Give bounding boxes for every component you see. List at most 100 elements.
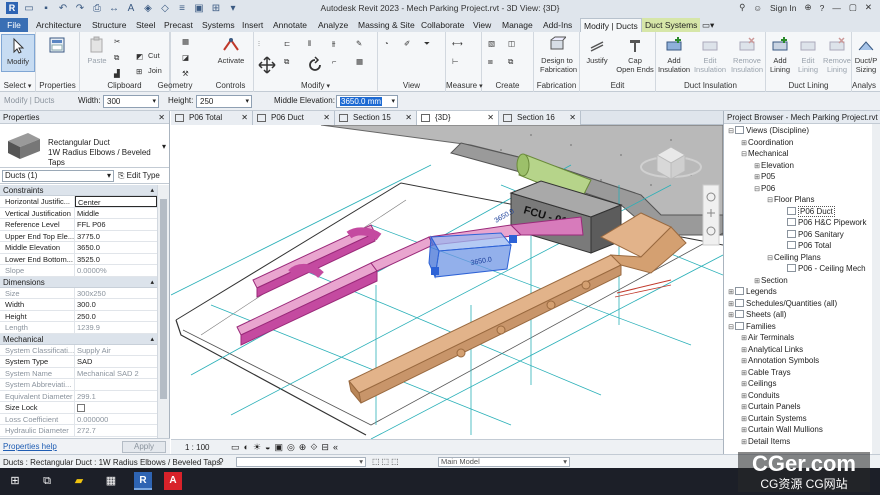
property-row[interactable]: Middle Elevation 3650.0 xyxy=(0,242,157,254)
align-button[interactable]: ⫶ xyxy=(258,38,270,48)
split-button[interactable]: ✎ xyxy=(356,38,368,48)
rotate-button[interactable] xyxy=(302,54,328,76)
browser-item[interactable]: ⊞ Legends xyxy=(727,286,777,298)
workset-select[interactable]: ▾ xyxy=(236,457,366,467)
browser-item[interactable]: ⊟Floor Plans xyxy=(766,194,814,206)
browser-item[interactable]: P06 Duct xyxy=(779,205,835,218)
ribbon-toggle-icon[interactable]: ▭▾ xyxy=(702,18,714,32)
trim-button[interactable]: ⌐ xyxy=(332,56,344,66)
array-button[interactable]: ▦ xyxy=(356,56,368,66)
view-tab[interactable]: Section 16 ✕ xyxy=(499,111,581,125)
expand-icon[interactable]: ⊞ xyxy=(740,437,748,449)
type-selector[interactable]: Rectangular Duct 1W Radius Elbows / Beve… xyxy=(0,124,169,168)
browser-item[interactable]: ⊞Coordination xyxy=(740,137,793,149)
add-insulation-button[interactable]: Add Insulation xyxy=(656,34,692,74)
tab-analyze[interactable]: Analyze xyxy=(318,18,348,32)
tab-architecture[interactable]: Architecture xyxy=(36,18,81,32)
property-row[interactable]: System Name Mechanical SAD 2 xyxy=(0,367,157,379)
design-option-select[interactable]: Main Model ▾ xyxy=(438,457,570,467)
browser-item[interactable]: ⊞Curtain Systems xyxy=(740,413,807,425)
browser-item[interactable]: ⊞ Schedules/Quantities (all) xyxy=(727,298,837,310)
tab-collaborate[interactable]: Collaborate xyxy=(421,18,464,32)
close-icon[interactable]: ✕ xyxy=(405,111,412,125)
tab-systems[interactable]: Systems xyxy=(202,18,235,32)
geometry-tool-1[interactable]: ▦ xyxy=(182,36,194,46)
close-icon[interactable]: ✕ xyxy=(569,111,576,125)
view-control-icons[interactable]: ▭◐☀◒▣◎⊕⟐⊟« xyxy=(231,442,342,453)
search-icon[interactable]: ⚲ xyxy=(739,2,745,13)
property-value[interactable]: 300.0 xyxy=(75,299,157,310)
browser-scrollbar[interactable] xyxy=(872,124,880,454)
property-row[interactable]: Width 300.0 xyxy=(0,299,157,311)
browser-item[interactable]: ⊞Cable Trays xyxy=(740,367,791,379)
tab-manage[interactable]: Manage xyxy=(502,18,533,32)
browser-item[interactable]: P06 H&C Pipework xyxy=(779,217,866,229)
browser-item[interactable]: ⊞Detail Items xyxy=(740,436,790,448)
property-value[interactable]: 250.0 xyxy=(75,311,157,322)
tab-duct-systems[interactable]: Duct Systems xyxy=(642,18,701,32)
windows-start-icon[interactable]: ⊞ xyxy=(6,472,24,490)
browser-item[interactable]: ⊟ Views (Discipline) xyxy=(727,125,809,137)
selected-duct[interactable]: 3650.0 xyxy=(428,232,517,279)
close-button[interactable]: ✕ xyxy=(865,2,872,13)
property-row[interactable]: System Classificati... Supply Air xyxy=(0,344,157,356)
modify-button[interactable]: Modify xyxy=(1,34,35,72)
property-row[interactable]: Upper End Top Ele... 3775.0 xyxy=(0,230,157,242)
property-section-header[interactable]: Dimensions xyxy=(0,276,157,288)
duct-sizing-button[interactable]: Duct/P Sizing xyxy=(852,34,880,74)
measure-button[interactable]: ⟷ xyxy=(452,38,464,48)
property-value[interactable]: 3775.0 xyxy=(75,231,157,242)
property-row[interactable]: Size Lock xyxy=(0,402,157,414)
create-assembly-button[interactable]: ▧ xyxy=(488,38,500,48)
properties-help-link[interactable]: Properties help xyxy=(3,442,57,451)
collapse-icon[interactable]: ⊟ xyxy=(766,253,774,265)
view-tab[interactable]: Section 15 ✕ xyxy=(335,111,417,125)
edit-type-button[interactable]: ⎘ Edit Type xyxy=(118,170,168,182)
property-value[interactable]: Center xyxy=(75,196,157,207)
scroll-thumb[interactable] xyxy=(160,199,167,399)
navigation-bar[interactable] xyxy=(702,184,720,246)
copy-element-button[interactable]: ⧉ xyxy=(284,56,296,66)
view-tab[interactable]: {3D} ✕ xyxy=(417,111,499,125)
property-row[interactable]: Reference Level FFL P06 xyxy=(0,219,157,231)
tab-precast[interactable]: Precast xyxy=(164,18,193,32)
browser-item[interactable]: ⊟Mechanical xyxy=(740,148,788,160)
property-section-header[interactable]: Constraints xyxy=(0,185,157,196)
property-value[interactable]: 3525.0 xyxy=(75,254,157,265)
tab-massing-site[interactable]: Massing & Site xyxy=(358,18,415,32)
width-select[interactable]: 300 ▾ xyxy=(103,95,159,108)
activate-button[interactable]: Activate xyxy=(214,34,248,65)
property-row[interactable]: Horizontal Justific... Center xyxy=(0,196,157,208)
cap-open-ends-button[interactable]: Cap Open Ends xyxy=(614,34,656,74)
calculator-icon[interactable]: ▦ xyxy=(102,472,120,490)
browser-item[interactable]: ⊞Curtain Wall Mullions xyxy=(740,424,823,436)
property-value[interactable]: Middle xyxy=(75,208,157,219)
maximize-button[interactable]: ▢ xyxy=(849,2,857,13)
filter-button[interactable]: ⏷ xyxy=(424,38,436,48)
view-tab[interactable]: P06 Total ✕ xyxy=(171,111,253,125)
browser-item[interactable]: ⊟P06 xyxy=(753,183,775,195)
user-icon[interactable]: ☺ xyxy=(753,3,762,13)
edit-insulation-button[interactable]: Edit Insulation xyxy=(692,34,728,74)
override-button[interactable]: ✐ xyxy=(404,38,416,48)
browser-item[interactable]: ⊟ Families xyxy=(727,321,776,333)
browser-item[interactable]: ⊞Section xyxy=(753,275,788,287)
view-tab[interactable]: P06 Duct ✕ xyxy=(253,111,335,125)
browser-item[interactable]: ⊞Annotation Symbols xyxy=(740,355,819,367)
browser-item[interactable]: ⊞Analytical Links xyxy=(740,344,803,356)
revit-taskbar-icon[interactable]: R xyxy=(134,472,152,490)
property-value[interactable] xyxy=(75,402,157,413)
property-row[interactable]: Slope 0.0000% xyxy=(0,265,157,277)
property-row[interactable]: Size 300x250 xyxy=(0,287,157,299)
tab-view[interactable]: View xyxy=(473,18,491,32)
file-explorer-icon[interactable]: ▰ xyxy=(70,472,88,490)
task-view-icon[interactable]: ⧉ xyxy=(38,472,56,490)
justify-button[interactable]: Justify xyxy=(580,34,614,65)
3d-view-canvas[interactable]: FCU - 01 3650.0 3650.0 xyxy=(171,125,723,439)
properties-scrollbar[interactable] xyxy=(157,185,169,438)
sign-in-link[interactable]: Sign In xyxy=(770,3,796,13)
tab-insert[interactable]: Insert xyxy=(242,18,263,32)
offset-button[interactable]: ⊏ xyxy=(284,38,296,48)
property-value[interactable]: 3650.0 xyxy=(75,242,157,253)
browser-item[interactable]: ⊞Ceilings xyxy=(740,378,776,390)
